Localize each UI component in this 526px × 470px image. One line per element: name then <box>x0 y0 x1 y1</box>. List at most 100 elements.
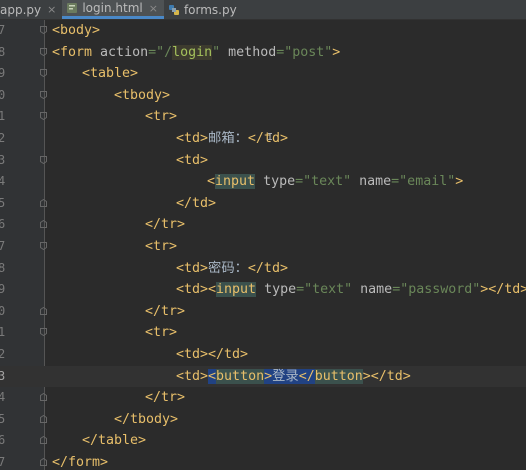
html-file-icon <box>66 2 78 14</box>
line-number: 5 <box>0 411 6 426</box>
fold-marker-icon[interactable] <box>40 155 47 164</box>
code-line: 0 <tbody> <box>0 85 526 107</box>
python-file-icon <box>168 4 180 16</box>
code-token: <td> <box>176 131 209 146</box>
code-line: 2 <td></td> <box>0 344 526 366</box>
code-line: 6 </table> <box>0 430 526 452</box>
tab-app-py[interactable]: app.py × <box>0 0 62 19</box>
code-token: 登录 <box>272 368 299 384</box>
code-line: 2 <td>邮箱：</td> <box>0 128 526 150</box>
line-number: 7 <box>0 23 6 37</box>
code-token: button <box>314 368 363 384</box>
line-number: 0 <box>0 303 6 318</box>
line-number: 8 <box>0 260 6 275</box>
text-cursor-icon: I <box>267 132 274 143</box>
code-token: action <box>100 44 149 60</box>
code-token: <tr> <box>145 109 178 125</box>
code-token: 邮箱： <box>208 131 248 146</box>
code-token: > <box>332 44 341 60</box>
code-line: 5 </tbody> <box>0 409 526 431</box>
code-token: </form> <box>52 455 109 470</box>
code-line: 1 <tr> <box>0 322 526 344</box>
fold-marker-icon[interactable] <box>40 198 47 207</box>
code-token: ="password" <box>392 282 481 298</box>
code-token: name <box>359 174 392 190</box>
code-line: 5 </td> <box>0 193 526 215</box>
editor-tab-bar: app.py × login.html × forms.py <box>0 0 526 20</box>
code-line: 1 <tr> <box>0 106 526 128</box>
code-token: <tr> <box>145 239 178 254</box>
code-token: </tr> <box>145 303 186 319</box>
code-token: </td> <box>176 195 217 211</box>
code-line: 6 </tr> <box>0 214 526 236</box>
code-line: 8 <form action="/login" method="post"> <box>0 42 526 64</box>
code-token: type <box>264 282 297 298</box>
fold-marker-icon[interactable] <box>40 26 47 34</box>
line-number: 3 <box>0 368 6 383</box>
line-number: 3 <box>0 152 6 167</box>
fold-marker-icon[interactable] <box>40 47 47 56</box>
fold-marker-icon[interactable] <box>40 90 47 99</box>
code-line: 7 </form> <box>0 452 526 470</box>
code-token: </ <box>298 368 315 384</box>
line-number: 5 <box>0 195 6 210</box>
code-token: 密码： <box>208 260 248 276</box>
code-token: <table> <box>82 66 139 82</box>
code-editor[interactable]: 7 <body> 8 <form action="/login" method=… <box>0 20 526 470</box>
fold-marker-icon[interactable] <box>40 112 47 121</box>
fold-marker-icon[interactable] <box>40 306 47 315</box>
close-icon[interactable]: × <box>47 3 56 16</box>
tab-login-html[interactable]: login.html × <box>62 0 164 19</box>
code-line: 9 <table> <box>0 63 526 85</box>
code-line: 8 <td>密码：</td> <box>0 258 526 280</box>
code-token: ></td> <box>480 282 526 298</box>
fold-marker-icon[interactable] <box>40 69 47 78</box>
code-token: < <box>208 368 217 384</box>
tab-label: login.html <box>82 1 143 15</box>
code-token: ="post" <box>276 44 333 60</box>
code-line: 0 </tr> <box>0 301 526 323</box>
line-number: 6 <box>0 217 6 232</box>
fold-marker-icon[interactable] <box>40 328 47 337</box>
code-token: <tr> <box>145 325 178 341</box>
line-number: 7 <box>0 239 6 253</box>
code-token: login <box>172 44 213 60</box>
line-number: 4 <box>0 390 6 405</box>
code-token: < <box>207 174 216 190</box>
fold-marker-icon[interactable] <box>40 393 47 402</box>
tab-label: forms.py <box>183 2 237 17</box>
code-token: ="/ <box>148 44 173 60</box>
line-number: 2 <box>0 131 6 145</box>
code-token: <body> <box>52 23 101 38</box>
line-number: 8 <box>0 44 6 59</box>
tab-forms-py[interactable]: forms.py <box>164 0 243 19</box>
code-token: <tbody> <box>114 87 171 103</box>
code-token: type <box>263 174 296 190</box>
line-number: 9 <box>0 282 6 297</box>
code-token: > <box>362 368 371 384</box>
code-token: > <box>455 174 464 190</box>
close-icon[interactable]: × <box>149 2 158 15</box>
code-token: ="text" <box>295 174 360 190</box>
code-token: <form <box>52 44 101 60</box>
code-token: <td> <box>176 152 209 168</box>
fold-marker-icon[interactable] <box>40 436 47 445</box>
line-number: 6 <box>0 433 6 448</box>
fold-marker-icon[interactable] <box>40 414 47 423</box>
code-line: 3 <td> <box>0 150 526 172</box>
fold-marker-icon[interactable] <box>40 220 47 229</box>
code-token: <td></td> <box>176 347 249 362</box>
code-line: 9 <td><input type="text" name="password"… <box>0 279 526 301</box>
code-token: </tr> <box>145 390 186 406</box>
code-token: button <box>216 368 265 384</box>
line-number: 9 <box>0 66 6 81</box>
code-line: 7 <body> <box>0 20 526 42</box>
code-token: </tr> <box>145 217 186 233</box>
line-number: 4 <box>0 174 6 189</box>
code-token: method <box>228 44 277 60</box>
fold-marker-icon[interactable] <box>40 242 47 250</box>
fold-marker-icon[interactable] <box>40 458 47 466</box>
code-line: 7 <tr> <box>0 236 526 258</box>
